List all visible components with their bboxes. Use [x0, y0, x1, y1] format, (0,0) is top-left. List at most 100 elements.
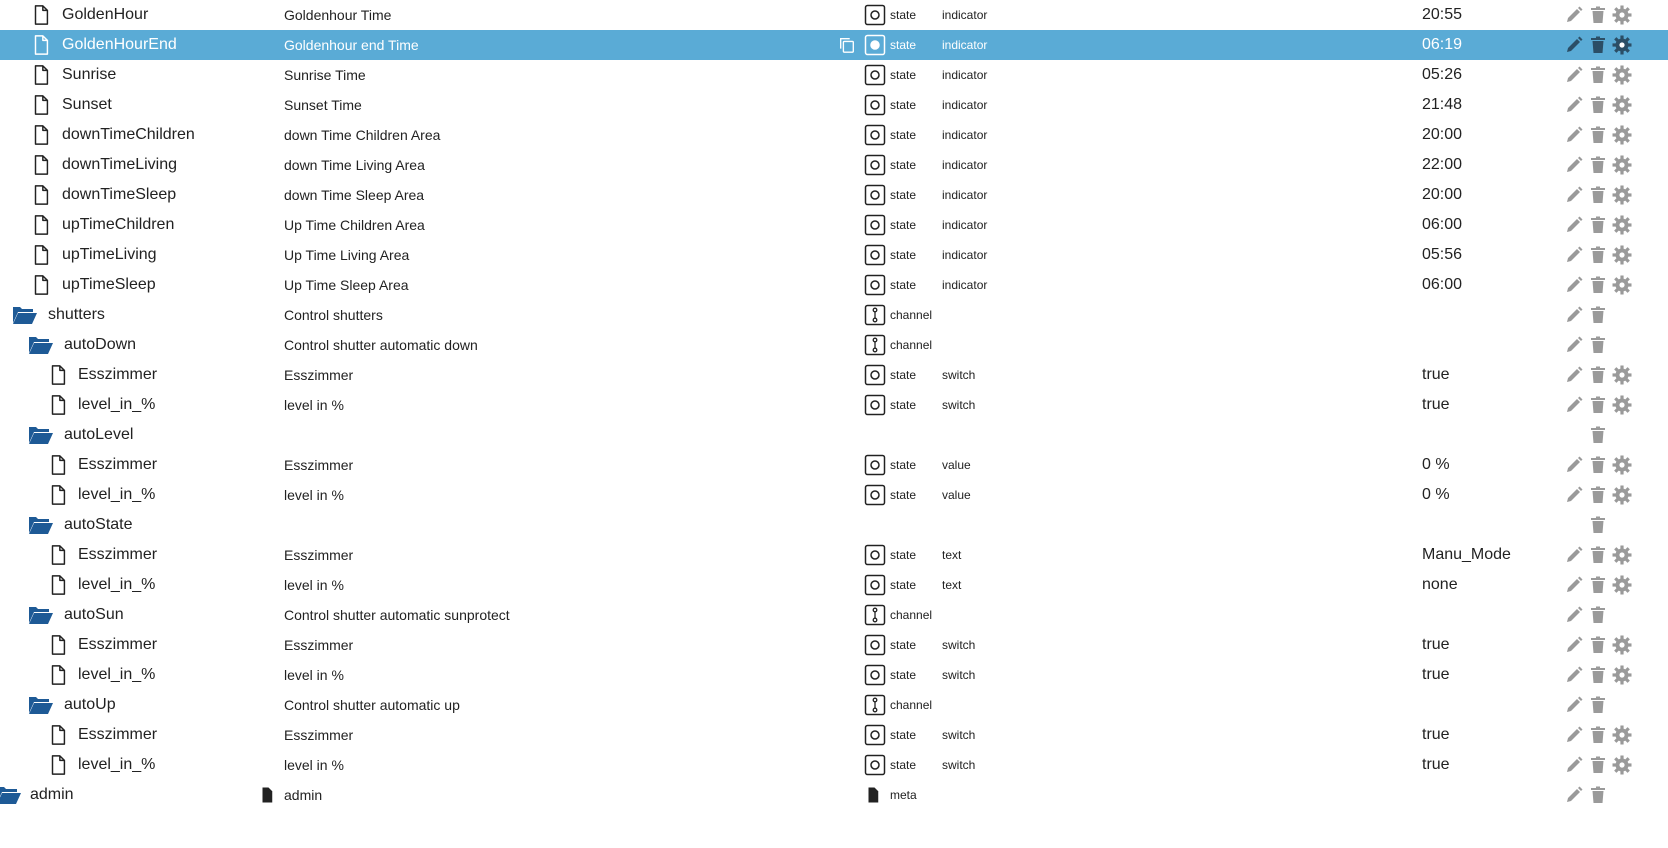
- object-value[interactable]: true: [1422, 660, 1450, 690]
- object-value[interactable]: 06:00: [1422, 270, 1462, 300]
- edit-button[interactable]: [1564, 725, 1584, 745]
- settings-button[interactable]: [1612, 755, 1632, 775]
- object-value[interactable]: 20:55: [1422, 0, 1462, 30]
- tree-state-row[interactable]: upTimeChildren Up Time Children Area state…: [0, 210, 1668, 240]
- object-value[interactable]: 22:00: [1422, 150, 1462, 180]
- delete-button[interactable]: [1588, 245, 1608, 265]
- tree-state-row[interactable]: level_in_% level in % state switch true: [0, 390, 1668, 420]
- edit-button[interactable]: [1564, 455, 1584, 475]
- tree-state-row[interactable]: Sunset Sunset Time state indicator 21:48: [0, 90, 1668, 120]
- delete-button[interactable]: [1588, 5, 1608, 25]
- edit-button[interactable]: [1564, 275, 1584, 295]
- tree-state-row[interactable]: Esszimmer Esszimmer state switch true: [0, 720, 1668, 750]
- copy-icon[interactable]: [838, 36, 856, 54]
- folder-open-icon[interactable]: [28, 334, 54, 356]
- edit-button[interactable]: [1564, 365, 1584, 385]
- object-value[interactable]: true: [1422, 720, 1450, 750]
- tree-state-row[interactable]: downTimeSleep down Time Sleep Area state in…: [0, 180, 1668, 210]
- edit-button[interactable]: [1564, 65, 1584, 85]
- delete-button[interactable]: [1588, 425, 1608, 445]
- delete-button[interactable]: [1588, 515, 1608, 535]
- object-value[interactable]: true: [1422, 750, 1450, 780]
- settings-button[interactable]: [1612, 395, 1632, 415]
- tree-folder-row[interactable]: autoDown Control shutter automatic down ch…: [0, 330, 1668, 360]
- delete-button[interactable]: [1588, 545, 1608, 565]
- folder-open-icon[interactable]: [0, 784, 22, 806]
- settings-button[interactable]: [1612, 5, 1632, 25]
- settings-button[interactable]: [1612, 65, 1632, 85]
- object-value[interactable]: none: [1422, 570, 1458, 600]
- tree-folder-row[interactable]: admin admin meta: [0, 780, 1668, 810]
- folder-open-icon[interactable]: [28, 424, 54, 446]
- settings-button[interactable]: [1612, 485, 1632, 505]
- edit-button[interactable]: [1564, 575, 1584, 595]
- settings-button[interactable]: [1612, 125, 1632, 145]
- delete-button[interactable]: [1588, 305, 1608, 325]
- settings-button[interactable]: [1612, 545, 1632, 565]
- tree-state-row[interactable]: GoldenHourEnd Goldenhour end Time state ind…: [0, 30, 1668, 60]
- tree-state-row[interactable]: level_in_% level in % state value 0 %: [0, 480, 1668, 510]
- delete-button[interactable]: [1588, 95, 1608, 115]
- settings-button[interactable]: [1612, 155, 1632, 175]
- delete-button[interactable]: [1588, 635, 1608, 655]
- tree-state-row[interactable]: Esszimmer Esszimmer state switch true: [0, 360, 1668, 390]
- tree-state-row[interactable]: downTimeChildren down Time Children Area s…: [0, 120, 1668, 150]
- edit-button[interactable]: [1564, 5, 1584, 25]
- edit-button[interactable]: [1564, 635, 1584, 655]
- settings-button[interactable]: [1612, 455, 1632, 475]
- object-value[interactable]: 05:56: [1422, 240, 1462, 270]
- tree-state-row[interactable]: upTimeSleep Up Time Sleep Area state indica…: [0, 270, 1668, 300]
- edit-button[interactable]: [1564, 245, 1584, 265]
- tree-folder-row[interactable]: shutters Control shutters channel: [0, 300, 1668, 330]
- tree-folder-row[interactable]: autoUp Control shutter automatic up channe…: [0, 690, 1668, 720]
- tree-state-row[interactable]: level_in_% level in % state switch true: [0, 750, 1668, 780]
- edit-button[interactable]: [1564, 155, 1584, 175]
- tree-state-row[interactable]: upTimeLiving Up Time Living Area state indi…: [0, 240, 1668, 270]
- edit-button[interactable]: [1564, 35, 1584, 55]
- settings-button[interactable]: [1612, 185, 1632, 205]
- tree-folder-row[interactable]: autoState: [0, 510, 1668, 540]
- delete-button[interactable]: [1588, 155, 1608, 175]
- edit-button[interactable]: [1564, 485, 1584, 505]
- edit-button[interactable]: [1564, 545, 1584, 565]
- object-value[interactable]: 21:48: [1422, 90, 1462, 120]
- settings-button[interactable]: [1612, 635, 1632, 655]
- edit-button[interactable]: [1564, 215, 1584, 235]
- folder-open-icon[interactable]: [28, 604, 54, 626]
- settings-button[interactable]: [1612, 575, 1632, 595]
- delete-button[interactable]: [1588, 395, 1608, 415]
- settings-button[interactable]: [1612, 95, 1632, 115]
- delete-button[interactable]: [1588, 335, 1608, 355]
- edit-button[interactable]: [1564, 185, 1584, 205]
- edit-button[interactable]: [1564, 395, 1584, 415]
- object-value[interactable]: 0 %: [1422, 450, 1450, 480]
- delete-button[interactable]: [1588, 215, 1608, 235]
- edit-button[interactable]: [1564, 95, 1584, 115]
- delete-button[interactable]: [1588, 575, 1608, 595]
- delete-button[interactable]: [1588, 125, 1608, 145]
- settings-button[interactable]: [1612, 365, 1632, 385]
- tree-folder-row[interactable]: autoSun Control shutter automatic sunprot…: [0, 600, 1668, 630]
- delete-button[interactable]: [1588, 455, 1608, 475]
- delete-button[interactable]: [1588, 665, 1608, 685]
- tree-state-row[interactable]: Esszimmer Esszimmer state value 0 %: [0, 450, 1668, 480]
- tree-state-row[interactable]: level_in_% level in % state text none: [0, 570, 1668, 600]
- edit-button[interactable]: [1564, 665, 1584, 685]
- edit-button[interactable]: [1564, 305, 1584, 325]
- edit-button[interactable]: [1564, 335, 1584, 355]
- delete-button[interactable]: [1588, 725, 1608, 745]
- object-value[interactable]: true: [1422, 360, 1450, 390]
- object-value[interactable]: 05:26: [1422, 60, 1462, 90]
- tree-state-row[interactable]: level_in_% level in % state switch true: [0, 660, 1668, 690]
- object-value[interactable]: 20:00: [1422, 120, 1462, 150]
- delete-button[interactable]: [1588, 755, 1608, 775]
- object-value[interactable]: 06:19: [1422, 30, 1462, 60]
- delete-button[interactable]: [1588, 65, 1608, 85]
- object-value[interactable]: true: [1422, 390, 1450, 420]
- delete-button[interactable]: [1588, 695, 1608, 715]
- settings-button[interactable]: [1612, 35, 1632, 55]
- settings-button[interactable]: [1612, 215, 1632, 235]
- edit-button[interactable]: [1564, 755, 1584, 775]
- object-value[interactable]: true: [1422, 630, 1450, 660]
- delete-button[interactable]: [1588, 185, 1608, 205]
